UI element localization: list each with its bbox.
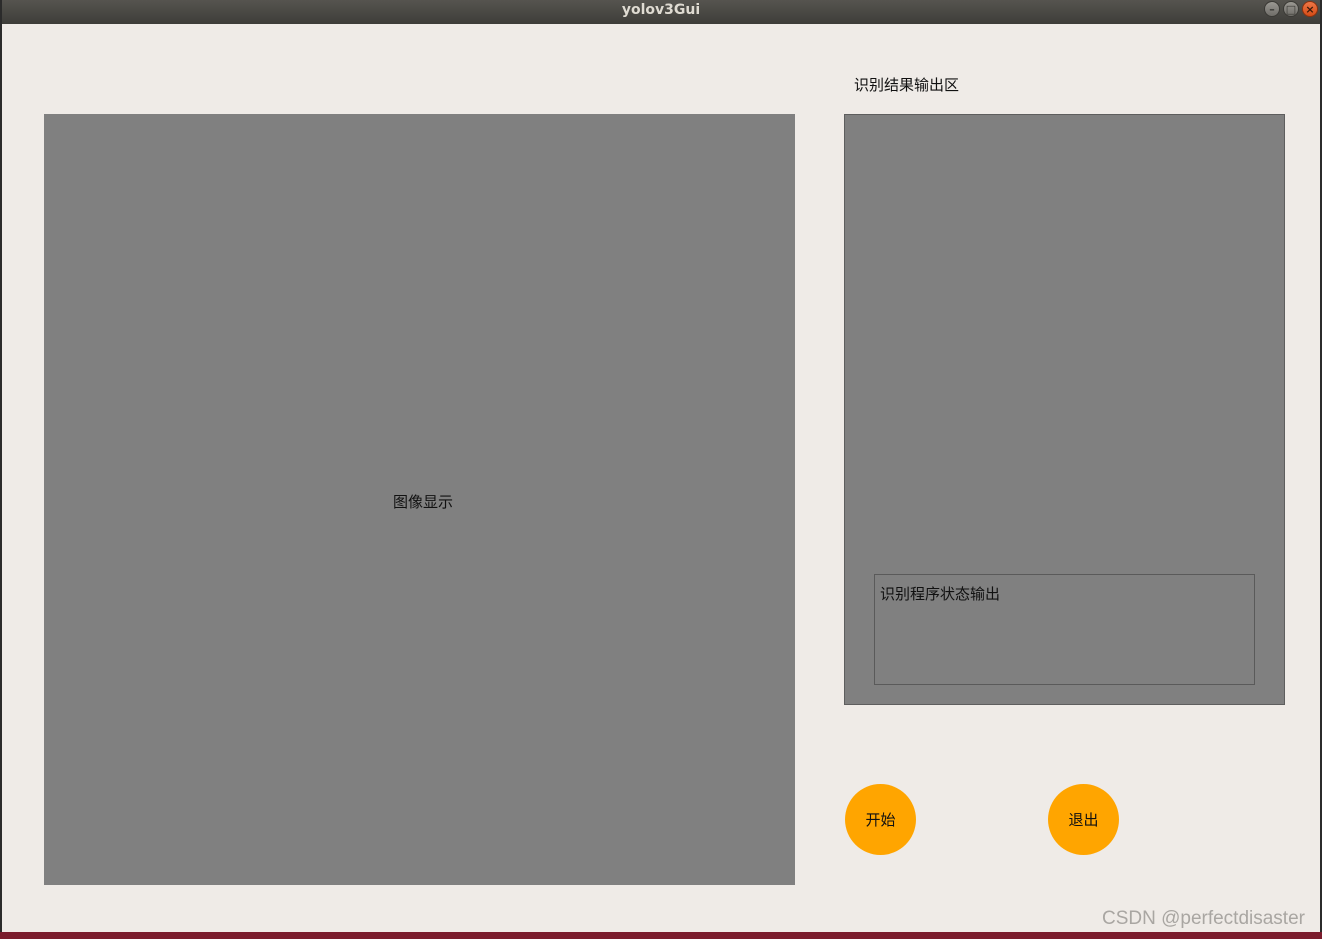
title-bar[interactable]: yolov3Gui – □ × bbox=[2, 0, 1320, 24]
window-title: yolov3Gui bbox=[621, 2, 701, 18]
minimize-icon[interactable]: – bbox=[1264, 1, 1280, 17]
result-output-panel: 识别程序状态输出 bbox=[844, 114, 1285, 705]
exit-button[interactable]: 退出 bbox=[1048, 784, 1119, 855]
app-window: yolov3Gui – □ × 识别结果输出区 图像显示 识别程序状态输出 开始… bbox=[0, 0, 1322, 932]
close-icon[interactable]: × bbox=[1302, 1, 1318, 17]
image-display-panel: 图像显示 bbox=[44, 114, 795, 885]
image-display-label: 图像显示 bbox=[393, 493, 454, 511]
watermark: CSDN @perfectdisaster bbox=[1101, 908, 1305, 929]
status-output-label: 识别程序状态输出 bbox=[880, 585, 1001, 603]
window-controls: – □ × bbox=[1264, 1, 1318, 17]
maximize-icon[interactable]: □ bbox=[1283, 1, 1299, 17]
result-output-title: 识别结果输出区 bbox=[854, 76, 960, 94]
status-output-box[interactable]: 识别程序状态输出 bbox=[874, 574, 1255, 685]
start-button[interactable]: 开始 bbox=[845, 784, 916, 855]
